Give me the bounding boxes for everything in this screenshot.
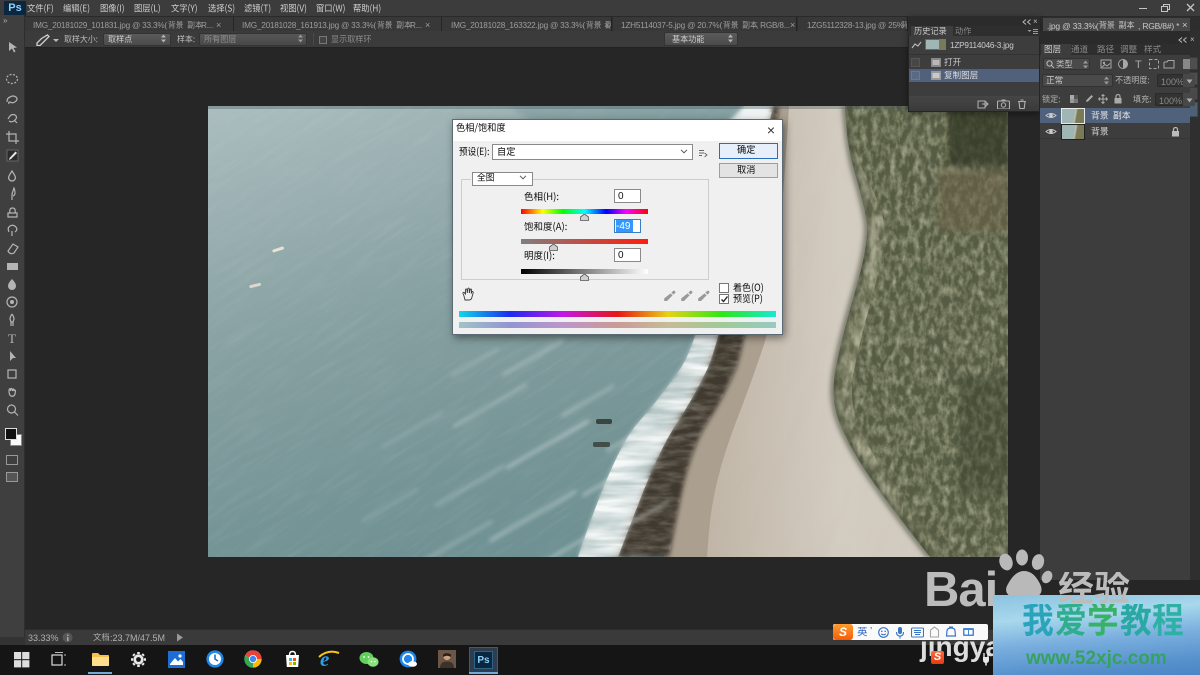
svg-text:T: T (8, 331, 16, 346)
svg-text:T: T (1135, 59, 1142, 70)
